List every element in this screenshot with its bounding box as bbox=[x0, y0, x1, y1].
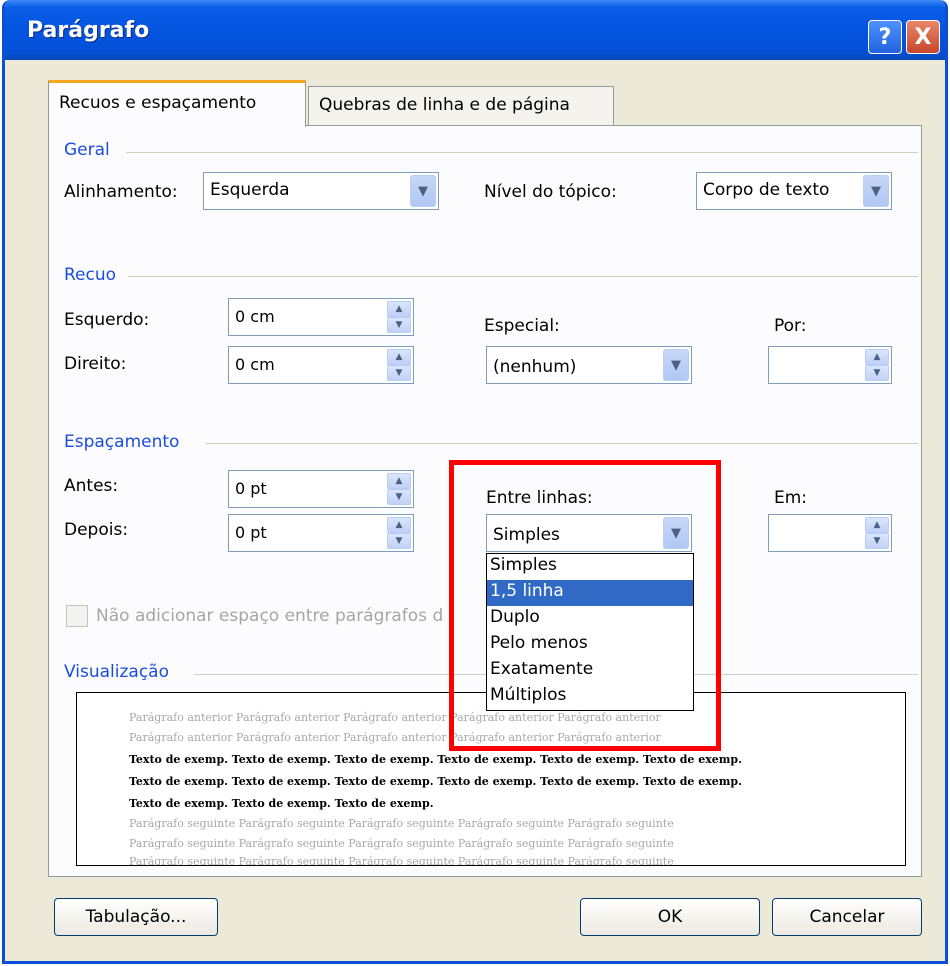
dropdown-item-simples[interactable]: Simples bbox=[487, 554, 693, 580]
cancelar-button-label: Cancelar bbox=[809, 907, 885, 927]
dropdown-item-duplo[interactable]: Duplo bbox=[487, 606, 693, 632]
alinhamento-select[interactable]: Esquerda ▼ bbox=[203, 172, 439, 210]
spin-up-icon[interactable]: ▲ bbox=[387, 301, 411, 317]
preview-sample-text: Texto de exemp. Texto de exemp. Texto de… bbox=[129, 775, 742, 788]
depois-value: 0 pt bbox=[235, 523, 267, 542]
especial-label: Especial: bbox=[484, 316, 560, 336]
dropdown-item-multiplos[interactable]: Múltiplos bbox=[487, 684, 693, 710]
entre-linhas-label: Entre linhas: bbox=[486, 488, 593, 508]
chevron-down-icon[interactable]: ▼ bbox=[863, 175, 889, 207]
nivel-topico-select[interactable]: Corpo de texto ▼ bbox=[696, 172, 892, 210]
tab-label: Quebras de linha e de página bbox=[319, 95, 570, 115]
ok-button[interactable]: OK bbox=[580, 898, 760, 936]
dropdown-item-1-5-linha[interactable]: 1,5 linha bbox=[487, 580, 693, 606]
spin-down-icon[interactable]: ▼ bbox=[865, 365, 889, 381]
depois-spinner[interactable]: 0 pt ▲ ▼ bbox=[228, 514, 414, 552]
section-visualizacao-title: Visualização bbox=[64, 662, 169, 682]
em-label: Em: bbox=[774, 488, 808, 508]
alinhamento-value: Esquerda bbox=[210, 180, 290, 200]
cancelar-button[interactable]: Cancelar bbox=[772, 898, 922, 936]
por-label: Por: bbox=[774, 316, 807, 336]
section-geral-title: Geral bbox=[64, 140, 110, 160]
recuo-direito-spinner[interactable]: 0 cm ▲ ▼ bbox=[228, 346, 414, 384]
antes-label: Antes: bbox=[64, 476, 119, 496]
section-divider bbox=[126, 152, 918, 153]
entre-linhas-dropdown-list: Simples 1,5 linha Duplo Pelo menos Exata… bbox=[486, 553, 694, 711]
preview-sample-text: Texto de exemp. Texto de exemp. Texto de… bbox=[129, 753, 742, 766]
nivel-topico-value: Corpo de texto bbox=[703, 180, 830, 200]
help-button[interactable]: ? bbox=[868, 20, 902, 54]
spin-down-icon[interactable]: ▼ bbox=[387, 489, 411, 505]
especial-select[interactable]: (nenhum) ▼ bbox=[486, 346, 692, 384]
recuo-esquerdo-label: Esquerdo: bbox=[64, 310, 150, 330]
recuo-direito-label: Direito: bbox=[64, 354, 127, 374]
chevron-down-icon[interactable]: ▼ bbox=[410, 175, 436, 207]
spin-up-icon[interactable]: ▲ bbox=[865, 349, 889, 365]
close-icon: X bbox=[914, 24, 932, 50]
section-espacamento-title: Espaçamento bbox=[64, 432, 180, 452]
dropdown-item-exatamente[interactable]: Exatamente bbox=[487, 658, 693, 684]
antes-spinner[interactable]: 0 pt ▲ ▼ bbox=[228, 470, 414, 508]
spin-down-icon[interactable]: ▼ bbox=[387, 533, 411, 549]
dropdown-item-pelo-menos[interactable]: Pelo menos bbox=[487, 632, 693, 658]
paragraph-preview: Parágrafo anterior Parágrafo anterior Pa… bbox=[76, 692, 906, 866]
nao-adicionar-espaco-label: Não adicionar espaço entre parágrafos d bbox=[96, 606, 444, 626]
tabulacao-button[interactable]: Tabulação... bbox=[54, 898, 218, 936]
section-divider bbox=[128, 276, 918, 277]
title-bar[interactable]: Parágrafo ? X bbox=[5, 0, 945, 60]
preview-previous-paragraph: Parágrafo anterior Parágrafo anterior Pa… bbox=[129, 711, 661, 724]
help-icon: ? bbox=[878, 24, 892, 50]
spin-up-icon[interactable]: ▲ bbox=[387, 349, 411, 365]
chevron-down-icon[interactable]: ▼ bbox=[663, 349, 689, 381]
preview-next-paragraph: Parágrafo seguinte Parágrafo seguinte Pa… bbox=[129, 817, 674, 830]
close-button[interactable]: X bbox=[906, 20, 940, 54]
recuo-direito-value: 0 cm bbox=[235, 355, 275, 374]
section-recuo-title: Recuo bbox=[64, 265, 117, 285]
entre-linhas-select[interactable]: Simples ▼ bbox=[486, 514, 692, 552]
spin-down-icon[interactable]: ▼ bbox=[387, 365, 411, 381]
spin-down-icon[interactable]: ▼ bbox=[387, 317, 411, 333]
nao-adicionar-espaco-checkbox[interactable] bbox=[66, 605, 88, 627]
recuo-esquerdo-spinner[interactable]: 0 cm ▲ ▼ bbox=[228, 298, 414, 336]
spin-up-icon[interactable]: ▲ bbox=[387, 473, 411, 489]
preview-sample-text: Texto de exemp. Texto de exemp. Texto de… bbox=[129, 797, 434, 810]
dialog-title: Parágrafo bbox=[27, 18, 150, 43]
entre-linhas-value: Simples bbox=[493, 525, 560, 545]
tab-recuos-espacamento[interactable]: Recuos e espaçamento bbox=[48, 80, 306, 127]
tabulacao-button-label: Tabulação... bbox=[85, 907, 187, 927]
spin-up-icon[interactable]: ▲ bbox=[865, 517, 889, 533]
em-spinner[interactable]: ▲ ▼ bbox=[768, 514, 892, 552]
por-spinner[interactable]: ▲ ▼ bbox=[768, 346, 892, 384]
antes-value: 0 pt bbox=[235, 479, 267, 498]
preview-next-paragraph: Parágrafo seguinte Parágrafo seguinte Pa… bbox=[129, 855, 674, 866]
ok-button-label: OK bbox=[657, 907, 683, 927]
spin-down-icon[interactable]: ▼ bbox=[865, 533, 889, 549]
tab-label: Recuos e espaçamento bbox=[59, 93, 257, 113]
nivel-topico-label: Nível do tópico: bbox=[484, 182, 617, 202]
spin-up-icon[interactable]: ▲ bbox=[387, 517, 411, 533]
depois-label: Depois: bbox=[64, 520, 129, 540]
tab-quebras-de-linha[interactable]: Quebras de linha e de página bbox=[308, 86, 614, 126]
alinhamento-label: Alinhamento: bbox=[64, 182, 178, 202]
section-divider bbox=[206, 443, 918, 444]
preview-next-paragraph: Parágrafo seguinte Parágrafo seguinte Pa… bbox=[129, 837, 674, 850]
preview-previous-paragraph: Parágrafo anterior Parágrafo anterior Pa… bbox=[129, 731, 661, 744]
recuo-esquerdo-value: 0 cm bbox=[235, 307, 275, 326]
especial-value: (nenhum) bbox=[493, 357, 577, 377]
chevron-down-icon[interactable]: ▼ bbox=[663, 517, 689, 549]
